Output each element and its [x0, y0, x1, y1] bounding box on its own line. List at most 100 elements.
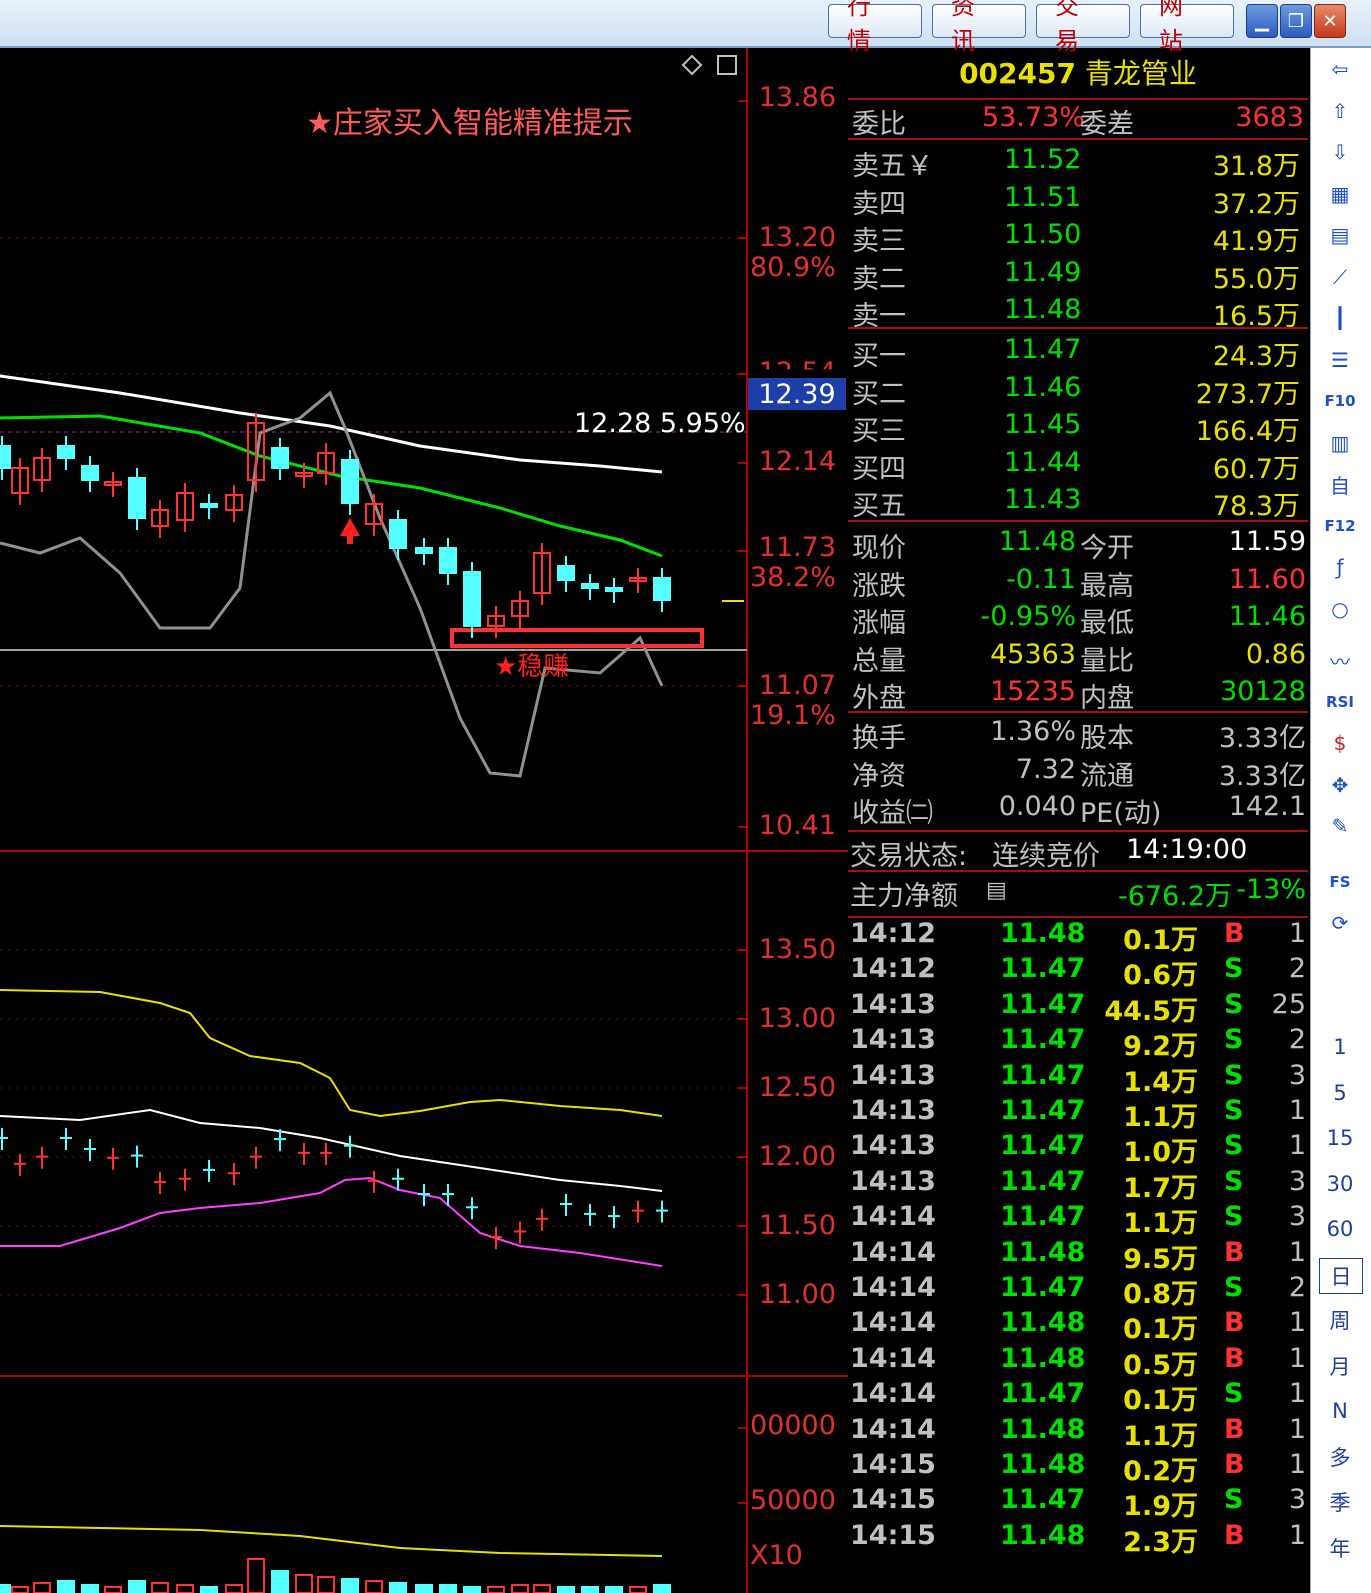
- money-icon[interactable]: $: [1319, 726, 1361, 760]
- finance-icon[interactable]: ▥: [1319, 426, 1361, 460]
- period-button-11[interactable]: 季: [1319, 1485, 1361, 1519]
- line-chart-icon[interactable]: ⟋: [1319, 260, 1361, 294]
- tick-row[interactable]: 14:14 11.48 0.5万 B 1: [848, 1342, 1308, 1381]
- minimize-icon[interactable]: ▁: [1246, 4, 1278, 38]
- restore-icon[interactable]: ❐: [1280, 4, 1312, 38]
- fund-value: 1.36%: [990, 716, 1076, 747]
- tick-count: 1: [1288, 1095, 1306, 1126]
- tick-time: 14:14: [850, 1378, 936, 1410]
- level-price: 11.45: [1004, 409, 1082, 440]
- main-force-amount: -676.2万: [1118, 881, 1233, 912]
- level-price: 11.52: [1004, 144, 1082, 175]
- quote-value: 11.59: [1228, 526, 1306, 557]
- tick-row[interactable]: 14:15 11.48 0.2万 B 1: [848, 1449, 1308, 1487]
- period-button-12[interactable]: 年: [1319, 1531, 1361, 1565]
- ask-row[interactable]: 卖三 11.50 41.9万: [848, 219, 1308, 257]
- f10-icon[interactable]: F10: [1319, 384, 1361, 418]
- bid-row[interactable]: 买四 11.44 60.7万: [848, 447, 1308, 485]
- tick-row[interactable]: 14:14 11.47 1.1万 S 3: [848, 1201, 1308, 1239]
- table-icon[interactable]: ▤: [1319, 218, 1361, 252]
- rsi-icon[interactable]: RSI: [1319, 685, 1361, 719]
- menu-news-button[interactable]: 资讯: [932, 0, 1026, 55]
- candle-chart-icon[interactable]: ┃: [1319, 301, 1361, 335]
- fundamental-row: 收益㈡ 0.040 PE(动) 142.1: [848, 791, 1308, 829]
- bid-row[interactable]: 买二 11.46 273.7万: [848, 372, 1308, 410]
- period-button-1[interactable]: 1: [1319, 1030, 1361, 1064]
- bid-row[interactable]: 买五 11.43 78.3万: [848, 484, 1308, 522]
- menu-quotes-button[interactable]: 行情: [828, 0, 922, 55]
- tick-bs: B: [1224, 1342, 1245, 1374]
- tick-row[interactable]: 14:14 11.48 0.1万 B 1: [848, 1307, 1308, 1345]
- arrow-left-icon[interactable]: ⇦: [1319, 52, 1361, 86]
- tick-row[interactable]: 14:14 11.47 0.8万 S 2: [848, 1272, 1308, 1310]
- arrow-down-icon[interactable]: ⇩: [1319, 135, 1361, 169]
- fs-icon[interactable]: FS: [1319, 865, 1361, 899]
- tick-row[interactable]: 14:13 11.47 1.0万 S 1: [848, 1130, 1308, 1168]
- menu-list-icon[interactable]: ▤: [986, 878, 1007, 903]
- tick-row[interactable]: 14:13 11.47 1.7万 S 3: [848, 1165, 1308, 1204]
- menu-website-button[interactable]: 网站: [1140, 0, 1234, 55]
- period-button-10[interactable]: 多: [1319, 1440, 1361, 1474]
- f12-icon[interactable]: F12: [1319, 509, 1361, 543]
- indicator-axis-label: 11.00: [758, 1279, 836, 1310]
- panel-toggle-icon: [717, 55, 737, 75]
- candle-body: [57, 445, 75, 459]
- menu-trade-button[interactable]: 交易: [1036, 0, 1130, 55]
- tick-time: 14:14: [850, 1307, 936, 1339]
- candle-body: [439, 547, 457, 574]
- indicator-axis-label: 13.50: [758, 934, 836, 965]
- move-icon[interactable]: ✥: [1319, 768, 1361, 802]
- tick-row[interactable]: 14:13 11.47 9.2万 S 2: [848, 1024, 1308, 1062]
- tick-row[interactable]: 14:13 11.47 1.1万 S 1: [848, 1095, 1308, 1133]
- self-select-icon[interactable]: 自: [1319, 467, 1361, 501]
- stock-title[interactable]: 002457 青龙管业: [848, 52, 1308, 92]
- tick-price: 11.47: [1000, 1095, 1086, 1126]
- list-icon[interactable]: ☰: [1319, 343, 1361, 377]
- refresh-icon[interactable]: ⟳: [1319, 906, 1361, 940]
- tick-row[interactable]: 14:12 11.47 0.6万 S 2: [848, 953, 1308, 991]
- tick-row[interactable]: 14:14 11.48 1.1万 B 1: [848, 1414, 1308, 1452]
- tick-bs: S: [1224, 1165, 1244, 1197]
- main-force-label: 主力净额: [850, 881, 958, 912]
- period-button-6[interactable]: 日: [1319, 1257, 1363, 1294]
- bid-row[interactable]: 买一 11.47 24.3万: [848, 334, 1308, 372]
- indicator-icon[interactable]: 〰: [1319, 643, 1361, 677]
- tick-row[interactable]: 14:15 11.48 2.3万 B 1: [848, 1519, 1308, 1558]
- ask-row[interactable]: 卖四 11.51 37.2万: [848, 182, 1308, 220]
- kline-chart[interactable]: [0, 48, 848, 1593]
- report-icon[interactable]: ▦: [1319, 177, 1361, 211]
- tick-row[interactable]: 14:13 11.47 44.5万 S 25: [848, 989, 1308, 1027]
- ask-row[interactable]: 卖一 11.48 16.5万: [848, 294, 1308, 332]
- period-button-8[interactable]: 月: [1319, 1349, 1361, 1383]
- tick-row[interactable]: 14:14 11.47 0.1万 S 1: [848, 1378, 1308, 1416]
- pencil-icon[interactable]: ✎: [1319, 809, 1361, 843]
- period-button-5[interactable]: 60: [1319, 1212, 1361, 1246]
- bid-row[interactable]: 买三 11.45 166.4万: [848, 409, 1308, 447]
- candle-body: [341, 459, 359, 504]
- arrow-up-icon[interactable]: ⇧: [1319, 94, 1361, 128]
- tick-bs: B: [1224, 1519, 1245, 1551]
- period-button-3[interactable]: 15: [1319, 1121, 1361, 1155]
- banker-buy-hint: ★庄家买入智能精准提示: [306, 106, 633, 141]
- period-button-7[interactable]: 周: [1319, 1303, 1361, 1337]
- close-icon[interactable]: ✕: [1314, 4, 1346, 38]
- tick-bs: S: [1224, 1378, 1244, 1410]
- tick-row[interactable]: 14:15 11.47 1.9万 S 3: [848, 1484, 1308, 1522]
- ask-row[interactable]: 卖五￥ 11.52 31.8万: [848, 144, 1308, 182]
- main-force-row[interactable]: 主力净额 ▤ -676.2万 -13%: [848, 874, 1308, 912]
- tick-price: 11.47: [1000, 1378, 1086, 1410]
- tick-row[interactable]: 14:12 11.48 0.1万 B 1: [848, 918, 1308, 956]
- ask-row[interactable]: 卖二 11.49 55.0万: [848, 257, 1308, 295]
- formula-icon[interactable]: ƒ: [1319, 550, 1361, 584]
- tick-row[interactable]: 14:13 11.47 1.4万 S 3: [848, 1060, 1308, 1098]
- volume-bar: [487, 1586, 505, 1593]
- period-button-2[interactable]: 5: [1319, 1076, 1361, 1110]
- right-toolbar: ⇦ ⇧ ⇩ ▦ ▤ ⟋ ┃ ☰ F10 ▥ 自 F12 ƒ ○ 〰 RSI $ ✥ ✎ FS ⟳ 1 5 15 30 60 日周月 N…: [1310, 48, 1371, 1593]
- period-button-4[interactable]: 30: [1319, 1167, 1361, 1201]
- quote-label: 现价: [852, 533, 906, 564]
- tick-row[interactable]: 14:14 11.48 9.5万 B 1: [848, 1237, 1308, 1275]
- quote-label: 涨幅: [852, 608, 906, 639]
- tick-volume: 0.8万: [1123, 1279, 1198, 1310]
- period-button-9[interactable]: N: [1319, 1394, 1361, 1428]
- circle-icon[interactable]: ○: [1319, 592, 1361, 626]
